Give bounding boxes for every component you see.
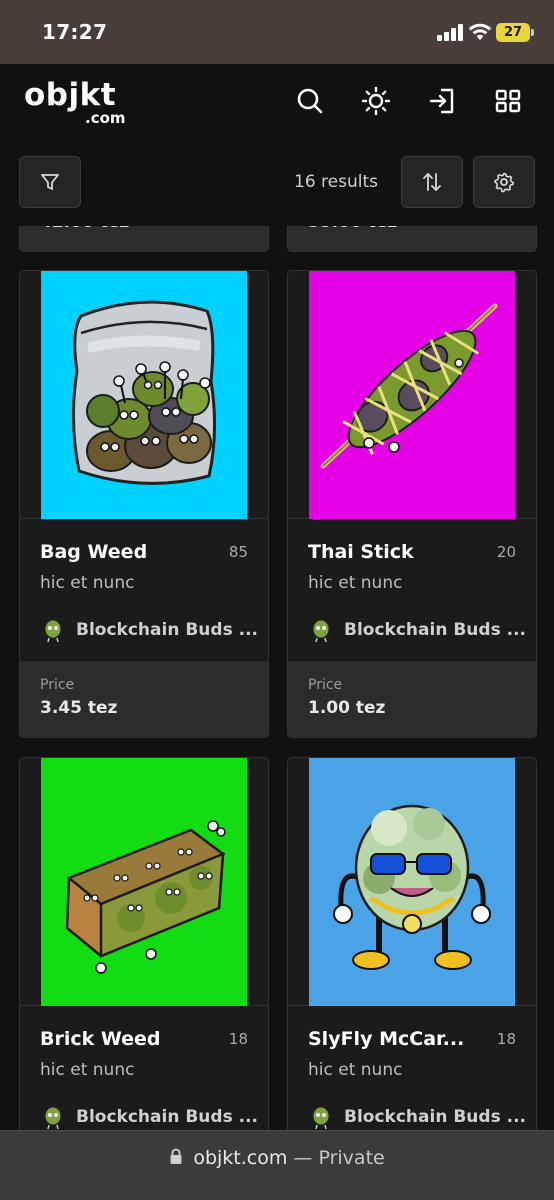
objkt-logo[interactable]: objkt .com (24, 77, 134, 127)
avatar (312, 619, 330, 643)
cellular-signal-icon (437, 24, 463, 41)
sign-in-icon[interactable] (427, 86, 457, 116)
sort-icon (423, 173, 441, 191)
token-title[interactable]: Thai Stick (308, 541, 414, 563)
url-text: objkt.com (193, 1147, 288, 1169)
battery-level: 27 (503, 25, 523, 40)
edition-count: 85 (228, 543, 248, 561)
token-image-frame[interactable] (20, 758, 268, 1006)
token-card[interactable]: SlyFly McCar... 18 hic et nunc Blockchai… (287, 757, 537, 1157)
price-value: 3.45 tez (40, 698, 118, 718)
price-label: Price (40, 677, 75, 693)
slyfly-artwork (309, 758, 515, 1006)
logo-subtext: .com (85, 109, 126, 127)
token-card[interactable]: Bag Weed 85 hic et nunc Blockchain Buds … (19, 270, 269, 738)
edition-count: 18 (228, 1030, 248, 1048)
creator-link[interactable]: Blockchain Buds ... (40, 617, 258, 643)
wifi-icon (468, 23, 492, 40)
token-title[interactable]: Bag Weed (40, 541, 147, 563)
platform-label: hic et nunc (308, 573, 403, 593)
token-image-frame[interactable] (288, 271, 536, 519)
app-header: objkt .com (0, 64, 554, 140)
battery-icon: 27 (496, 23, 534, 42)
platform-label: hic et nunc (40, 573, 135, 593)
price-section[interactable]: Price 1.00 tez (288, 661, 536, 737)
avatar (44, 619, 62, 643)
settings-icon (494, 172, 514, 193)
price-section[interactable]: Price 3.45 tez (20, 661, 268, 737)
results-count: 16 results (294, 172, 378, 192)
platform-label: hic et nunc (40, 1060, 135, 1080)
sort-button[interactable] (401, 156, 463, 208)
brick-weed-artwork (41, 758, 247, 1006)
logo-text: objkt (24, 77, 117, 113)
avatar (44, 1106, 62, 1130)
grid-menu-icon[interactable] (493, 86, 523, 116)
url-display[interactable]: objkt.com — Private (0, 1147, 554, 1169)
creator-link[interactable]: Blockchain Buds ... (308, 617, 526, 643)
platform-label: hic et nunc (308, 1060, 403, 1080)
status-time: 17:27 (42, 20, 108, 44)
status-bar: 17:27 27 (0, 0, 554, 64)
token-card[interactable]: Brick Weed 18 hic et nunc Blockchain Bud… (19, 757, 269, 1157)
display-settings-button[interactable] (473, 156, 535, 208)
private-mode-label: — Private (293, 1147, 385, 1169)
creator-name: Blockchain Buds ... (76, 620, 258, 640)
edition-count: 20 (496, 543, 516, 561)
token-image-frame[interactable] (288, 758, 536, 1006)
price-value: 1.00 tez (308, 698, 386, 718)
price-label: Price (308, 677, 343, 693)
filter-button[interactable] (19, 156, 81, 208)
filter-icon (41, 174, 59, 190)
browser-address-bar[interactable]: objkt.com — Private (0, 1130, 554, 1200)
creator-name: Blockchain Buds ... (344, 620, 526, 640)
bag-weed-artwork (41, 271, 247, 519)
creator-name: Blockchain Buds ... (344, 1107, 526, 1127)
results-toolbar: 16 results (0, 140, 554, 226)
search-icon[interactable] (295, 86, 325, 116)
token-image-frame[interactable] (20, 271, 268, 519)
lock-icon (170, 1148, 182, 1164)
creator-link[interactable]: Blockchain Buds ... (308, 1104, 526, 1130)
theme-toggle-icon[interactable] (361, 86, 391, 116)
token-title[interactable]: Brick Weed (40, 1028, 161, 1050)
creator-link[interactable]: Blockchain Buds ... (40, 1104, 258, 1130)
token-card[interactable]: Thai Stick 20 hic et nunc Blockchain Bud… (287, 270, 537, 738)
token-title[interactable]: SlyFly McCar... (308, 1028, 464, 1050)
creator-name: Blockchain Buds ... (76, 1107, 258, 1127)
edition-count: 18 (496, 1030, 516, 1048)
avatar (312, 1106, 330, 1130)
thai-stick-artwork (309, 271, 515, 519)
